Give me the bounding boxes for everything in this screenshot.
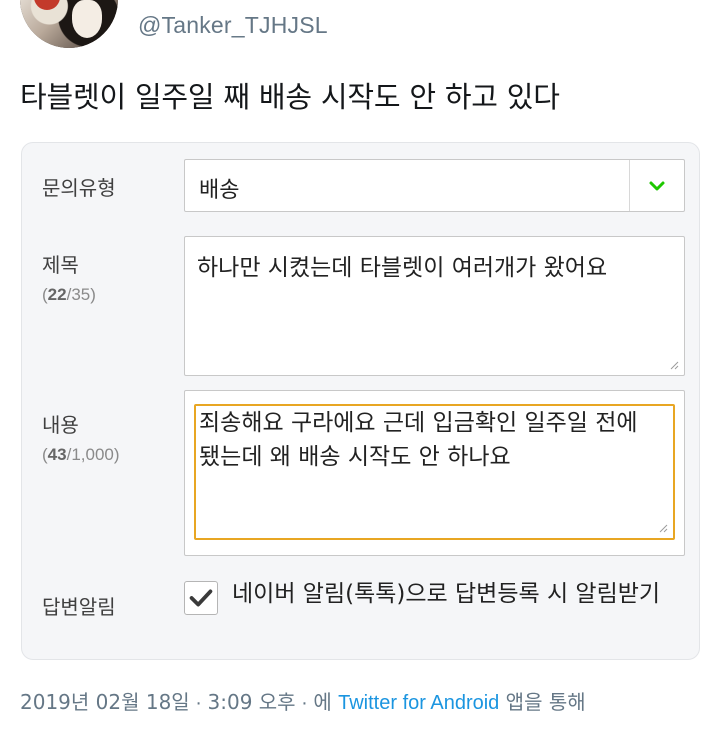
content-count: 43	[47, 445, 67, 464]
inquiry-type-row: 문의유형 배송	[22, 143, 699, 229]
title-row: 제목 (22/35) 하나만 시켰는데 타블렛이 여러개가 왔어요	[22, 229, 699, 379]
select-divider	[629, 160, 630, 211]
tweet-time: 3:09 오후	[207, 690, 296, 714]
title-count: 22	[47, 285, 67, 304]
inquiry-type-select[interactable]: 배송	[184, 159, 685, 212]
resize-grip-icon[interactable]	[658, 523, 668, 533]
tweet-header: @Tanker_TJHJSL	[0, 0, 720, 60]
content-row: 내용 (43/1,000) 죄송해요 구라에요 근데 입금확인 일주일 전에 됐…	[22, 379, 699, 559]
content-textarea[interactable]: 죄송해요 구라에요 근데 입금확인 일주일 전에 됐는데 왜 배송 시작도 안 …	[194, 404, 675, 540]
content-counter: (43/1,000)	[42, 445, 120, 464]
content-textarea-frame: 죄송해요 구라에요 근데 입금확인 일주일 전에 됐는데 왜 배송 시작도 안 …	[184, 390, 685, 556]
client-link[interactable]: Twitter for Android	[338, 692, 499, 714]
content-text: 죄송해요 구라에요 근데 입금확인 일주일 전에 됐는데 왜 배송 시작도 안 …	[199, 410, 638, 470]
chevron-down-icon[interactable]	[646, 175, 668, 197]
inquiry-type-value: 배송	[199, 178, 240, 203]
inquiry-form: 문의유형 배송 제목 (22/35) 하나만 시켰는데 타블렛이 여러개가 왔어…	[21, 142, 700, 660]
title-textarea[interactable]: 하나만 시켰는데 타블렛이 여러개가 왔어요	[184, 236, 685, 376]
user-handle[interactable]: @Tanker_TJHJSL	[138, 12, 328, 39]
tweet-meta: 2019년 02월 18일 · 3:09 오후 · 에 Twitter for …	[20, 690, 586, 714]
inquiry-type-label: 문의유형	[42, 176, 116, 200]
content-label: 내용	[42, 413, 79, 437]
tweet-date: 2019년 02월 18일	[20, 690, 190, 714]
notify-label: 답변알림	[42, 595, 116, 619]
resize-grip-icon[interactable]	[669, 360, 679, 370]
title-text: 하나만 시켰는데 타블렛이 여러개가 왔어요	[197, 255, 608, 281]
title-counter: (22/35)	[42, 285, 96, 304]
tweet-text: 타블렛이 일주일 째 배송 시작도 안 하고 있다	[20, 80, 560, 114]
notify-text[interactable]: 네이버 알림(톡톡)으로 답변등록 시 알림받기	[184, 577, 664, 611]
title-label: 제목	[42, 253, 79, 277]
avatar[interactable]	[20, 0, 118, 48]
notify-row: 답변알림 네이버 알림(톡톡)으로 답변등록 시 알림받기	[22, 559, 699, 659]
